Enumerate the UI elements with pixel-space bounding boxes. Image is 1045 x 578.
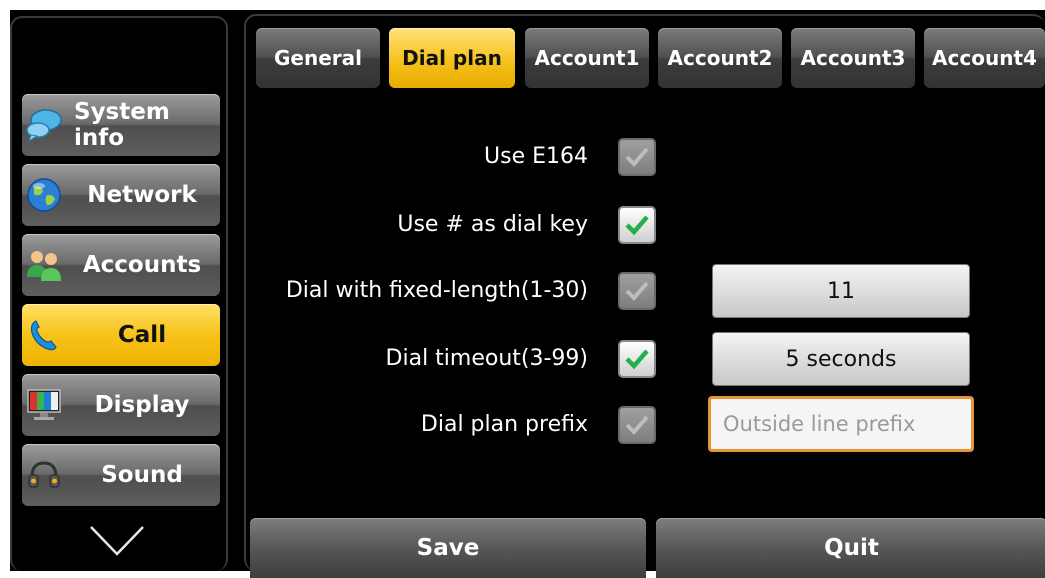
sidebar-item-label: Call xyxy=(117,322,167,348)
tab-account4[interactable]: Account4 xyxy=(924,28,1045,88)
check-icon xyxy=(625,281,649,301)
sidebar-item-sound[interactable]: Sound xyxy=(22,444,220,506)
prefix-checkbox[interactable] xyxy=(618,406,656,444)
use-e164-checkbox[interactable] xyxy=(618,138,656,176)
use-hash-label: Use # as dial key xyxy=(397,212,588,237)
sidebar-item-label: Accounts xyxy=(82,252,202,278)
phone-handset-icon xyxy=(24,316,64,354)
save-button[interactable]: Save xyxy=(250,518,646,578)
timeout-checkbox[interactable] xyxy=(618,340,656,378)
use-hash-checkbox[interactable] xyxy=(618,206,656,244)
check-icon xyxy=(625,215,649,236)
sidebar-item-label: System info xyxy=(74,99,170,151)
chevron-down-icon[interactable] xyxy=(88,524,146,558)
timeout-label: Dial timeout(3-99) xyxy=(385,346,588,371)
fixed-length-label: Dial with fixed-length(1-30) xyxy=(285,278,588,303)
sidebar-item-label: Sound xyxy=(101,462,183,488)
sidebar-item-label: Display xyxy=(94,392,190,418)
sidebar-item-display[interactable]: Display xyxy=(22,374,220,436)
chat-bubbles-icon xyxy=(24,106,64,144)
sidebar-item-accounts[interactable]: Accounts xyxy=(22,234,220,296)
globe-icon xyxy=(24,176,64,214)
headset-icon xyxy=(24,456,64,494)
fixed-length-checkbox[interactable] xyxy=(618,272,656,310)
sidebar-item-call[interactable]: Call xyxy=(22,304,220,366)
phone-screen: System info Network Accounts Call Displa… xyxy=(10,10,1045,578)
users-icon xyxy=(24,246,64,284)
prefix-input[interactable] xyxy=(708,396,974,452)
use-e164-label: Use E164 xyxy=(484,144,588,169)
sidebar-item-system-info[interactable]: System info xyxy=(22,94,220,156)
prefix-label: Dial plan prefix xyxy=(420,412,588,437)
sidebar: System info Network Accounts Call Displa… xyxy=(10,16,228,571)
check-icon xyxy=(625,349,649,370)
monitor-icon xyxy=(24,386,64,424)
sidebar-item-label: Network xyxy=(87,182,197,208)
tab-account1[interactable]: Account1 xyxy=(525,28,649,88)
check-icon xyxy=(625,415,649,435)
timeout-value-button[interactable]: 5 seconds xyxy=(712,332,970,386)
tab-general[interactable]: General xyxy=(256,28,380,88)
check-icon xyxy=(625,147,649,167)
tab-account3[interactable]: Account3 xyxy=(791,28,915,88)
sidebar-item-network[interactable]: Network xyxy=(22,164,220,226)
main-panel: General Dial plan Account1 Account2 Acco… xyxy=(244,14,1045,578)
quit-button[interactable]: Quit xyxy=(656,518,1045,578)
tab-dial-plan[interactable]: Dial plan xyxy=(389,28,515,88)
fixed-length-value-button[interactable]: 11 xyxy=(712,264,970,318)
tab-account2[interactable]: Account2 xyxy=(658,28,782,88)
